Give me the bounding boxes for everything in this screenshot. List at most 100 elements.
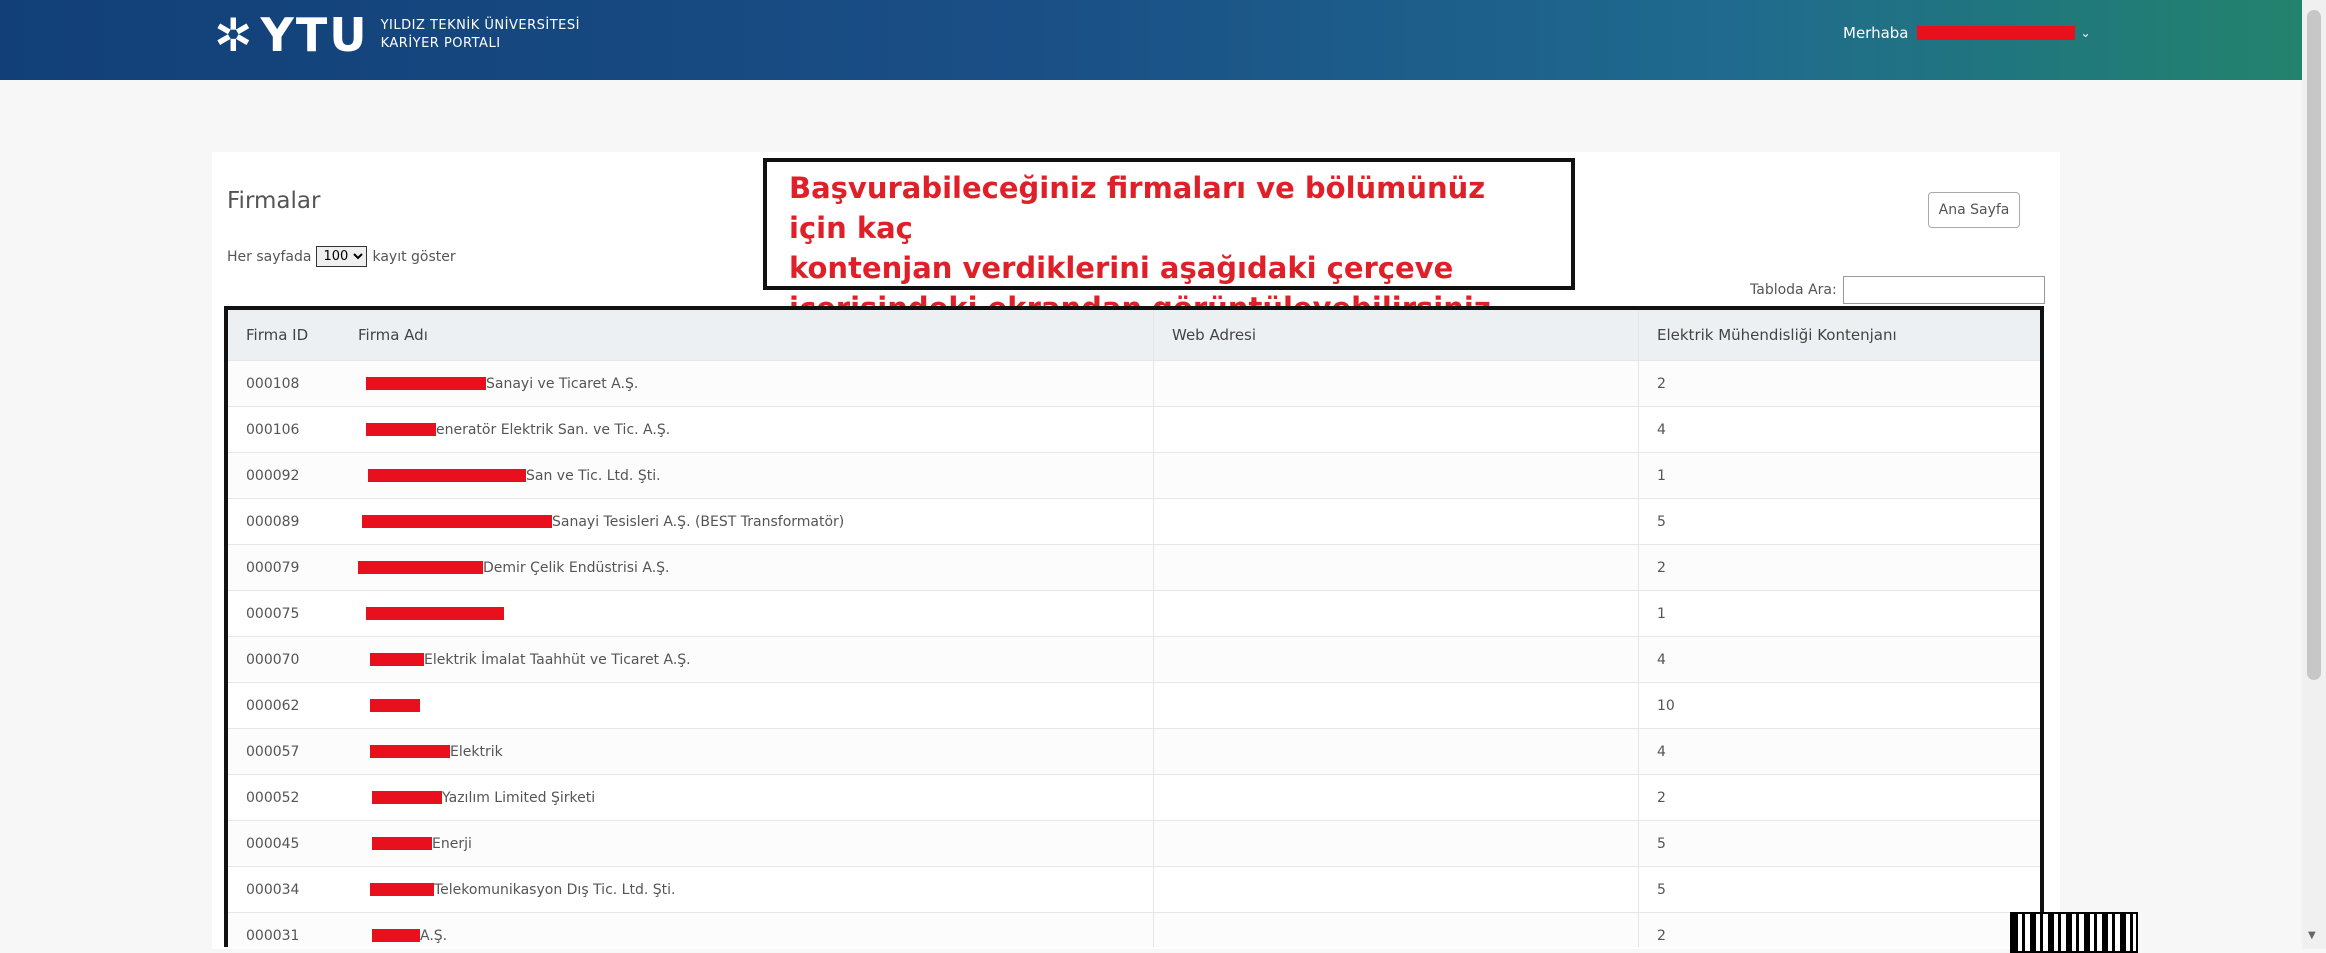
cell-kontenjan: 4 bbox=[1638, 636, 2040, 683]
user-menu[interactable]: Merhaba ⌄ bbox=[1843, 24, 2091, 42]
firms-table: Firma ID Firma Adı Web Adresi Elektrik M… bbox=[228, 310, 2040, 947]
cell-firma-id: 000106 bbox=[228, 406, 340, 453]
cell-firma-adi: Demir Çelik Endüstrisi A.Ş. bbox=[340, 544, 1154, 591]
cell-firma-id: 000057 bbox=[228, 728, 340, 775]
cell-firma-adi: Enerji bbox=[340, 820, 1154, 867]
qr-code bbox=[2010, 912, 2138, 953]
cell-kontenjan: 2 bbox=[1638, 544, 2040, 591]
search-label: Tabloda Ara: bbox=[1750, 282, 1837, 298]
cell-web-adresi bbox=[1153, 406, 1639, 453]
cell-firma-id: 000070 bbox=[228, 636, 340, 683]
star-logo-icon: ✲ bbox=[214, 8, 253, 62]
cell-firma-adi: A.Ş. bbox=[340, 912, 1154, 947]
company-name-text: A.Ş. bbox=[420, 927, 448, 944]
cell-firma-adi: Sanayi ve Ticaret A.Ş. bbox=[340, 360, 1154, 407]
greeting-text: Merhaba bbox=[1843, 24, 1909, 42]
table-row[interactable]: 000079 Demir Çelik Endüstrisi A.Ş. 2 bbox=[228, 544, 2040, 591]
table-header-row: Firma ID Firma Adı Web Adresi Elektrik M… bbox=[228, 310, 2040, 361]
redacted-company-name bbox=[368, 469, 526, 482]
logo-line-2: KARİYER PORTALI bbox=[380, 36, 501, 51]
table-row[interactable]: 000031 A.Ş. 2 bbox=[228, 912, 2040, 947]
home-button[interactable]: Ana Sayfa bbox=[1928, 192, 2020, 228]
per-page-control: Her sayfada 100 kayıt göster bbox=[227, 246, 456, 267]
cell-firma-adi: Telekomunikasyon Dış Tic. Ltd. Şti. bbox=[340, 866, 1154, 913]
table-row[interactable]: 000075 1 bbox=[228, 590, 2040, 637]
table-row[interactable]: 000092 San ve Tic. Ltd. Şti. 1 bbox=[228, 452, 2040, 499]
cell-firma-id: 000052 bbox=[228, 774, 340, 821]
company-name-text: Demir Çelik Endüstrisi A.Ş. bbox=[483, 559, 670, 576]
scroll-down-arrow-icon[interactable]: ▼ bbox=[2308, 930, 2316, 941]
cell-kontenjan: 1 bbox=[1638, 452, 2040, 499]
cell-firma-adi: Elektrik İmalat Taahhüt ve Ticaret A.Ş. bbox=[340, 636, 1154, 683]
vertical-scrollbar[interactable]: ▼ bbox=[2302, 0, 2326, 949]
cell-web-adresi bbox=[1153, 636, 1639, 683]
redacted-username bbox=[1916, 26, 2075, 40]
redacted-company-name bbox=[370, 699, 420, 712]
redacted-company-name bbox=[362, 515, 552, 528]
cell-firma-id: 000062 bbox=[228, 682, 340, 729]
redacted-company-name bbox=[370, 653, 424, 666]
annotation-box: Başvurabileceğiniz firmaları ve bölümünü… bbox=[763, 158, 1575, 325]
column-header-firma-id[interactable]: Firma ID bbox=[228, 310, 340, 361]
redacted-company-name bbox=[366, 377, 486, 390]
redacted-company-name bbox=[370, 745, 450, 758]
table-row[interactable]: 000070 Elektrik İmalat Taahhüt ve Ticaret… bbox=[228, 636, 2040, 683]
column-header-firma-adi[interactable]: Firma Adı bbox=[340, 310, 1154, 361]
cell-web-adresi bbox=[1153, 544, 1639, 591]
cell-kontenjan: 5 bbox=[1638, 866, 2040, 913]
cell-firma-id: 000045 bbox=[228, 820, 340, 867]
table-row[interactable]: 000089 Sanayi Tesisleri A.Ş. (BEST Transf… bbox=[228, 498, 2040, 545]
cell-firma-id: 000079 bbox=[228, 544, 340, 591]
cell-firma-adi: Sanayi Tesisleri A.Ş. (BEST Transformatö… bbox=[340, 498, 1154, 545]
cell-web-adresi bbox=[1153, 452, 1639, 499]
table-search: Tabloda Ara: bbox=[1750, 276, 2045, 304]
cell-web-adresi bbox=[1153, 774, 1639, 821]
column-header-kontenjan[interactable]: Elektrik Mühendisliği Kontenjanı bbox=[1638, 310, 2040, 361]
logo-line-1: YILDIZ TEKNİK ÜNİVERSİTESİ bbox=[380, 18, 580, 33]
cell-kontenjan: 5 bbox=[1638, 820, 2040, 867]
chevron-down-icon: ⌄ bbox=[2080, 26, 2091, 40]
cell-firma-id: 000108 bbox=[228, 360, 340, 407]
cell-kontenjan: 2 bbox=[1638, 912, 2040, 947]
table-row[interactable]: 000052 Yazılım Limited Şirketi 2 bbox=[228, 774, 2040, 821]
cell-kontenjan: 5 bbox=[1638, 498, 2040, 545]
redacted-company-name bbox=[366, 607, 504, 620]
top-header: ✲ YTU YILDIZ TEKNİK ÜNİVERSİTESİ KARİYER… bbox=[0, 0, 2302, 80]
per-page-select[interactable]: 100 bbox=[316, 246, 368, 267]
cell-firma-adi bbox=[340, 590, 1154, 637]
company-name-text: Yazılım Limited Şirketi bbox=[442, 789, 596, 806]
scrollbar-thumb[interactable] bbox=[2307, 10, 2321, 680]
column-header-web-adresi[interactable]: Web Adresi bbox=[1153, 310, 1639, 361]
cell-kontenjan: 2 bbox=[1638, 774, 2040, 821]
table-row[interactable]: 000034 Telekomunikasyon Dış Tic. Ltd. Şti… bbox=[228, 866, 2040, 913]
company-name-text: Sanayi ve Ticaret A.Ş. bbox=[486, 375, 639, 392]
cell-firma-adi: San ve Tic. Ltd. Şti. bbox=[340, 452, 1154, 499]
company-name-text: eneratör Elektrik San. ve Tic. A.Ş. bbox=[436, 421, 671, 438]
table-row[interactable]: 000106 eneratör Elektrik San. ve Tic. A.Ş… bbox=[228, 406, 2040, 453]
company-name-text: Elektrik İmalat Taahhüt ve Ticaret A.Ş. bbox=[424, 651, 691, 668]
cell-web-adresi bbox=[1153, 360, 1639, 407]
logo-text: YILDIZ TEKNİK ÜNİVERSİTESİ KARİYER PORTA… bbox=[381, 17, 580, 53]
logo-letters: YTU bbox=[260, 8, 369, 62]
table-row[interactable]: 000108 Sanayi ve Ticaret A.Ş. 2 bbox=[228, 360, 2040, 407]
cell-kontenjan: 1 bbox=[1638, 590, 2040, 637]
redacted-company-name bbox=[358, 561, 483, 574]
cell-web-adresi bbox=[1153, 866, 1639, 913]
search-input[interactable] bbox=[1842, 276, 2045, 304]
cell-kontenjan: 10 bbox=[1638, 682, 2040, 729]
cell-web-adresi bbox=[1153, 590, 1639, 637]
cell-firma-adi: Elektrik bbox=[340, 728, 1154, 775]
redacted-company-name bbox=[366, 423, 436, 436]
table-body: 000108 Sanayi ve Ticaret A.Ş. 2 000106 enera… bbox=[228, 360, 2040, 947]
table-row[interactable]: 000062 10 bbox=[228, 682, 2040, 729]
table-row[interactable]: 000045 Enerji 5 bbox=[228, 820, 2040, 867]
cell-firma-adi bbox=[340, 682, 1154, 729]
cell-firma-id: 000034 bbox=[228, 866, 340, 913]
cell-firma-id: 000089 bbox=[228, 498, 340, 545]
ytu-logo[interactable]: ✲ YTU YILDIZ TEKNİK ÜNİVERSİTESİ KARİYER… bbox=[214, 10, 580, 60]
table-row[interactable]: 000057 Elektrik 4 bbox=[228, 728, 2040, 775]
company-name-text: Enerji bbox=[432, 835, 472, 852]
cell-kontenjan: 4 bbox=[1638, 728, 2040, 775]
company-name-text: San ve Tic. Ltd. Şti. bbox=[526, 467, 661, 484]
redacted-company-name bbox=[370, 883, 434, 896]
